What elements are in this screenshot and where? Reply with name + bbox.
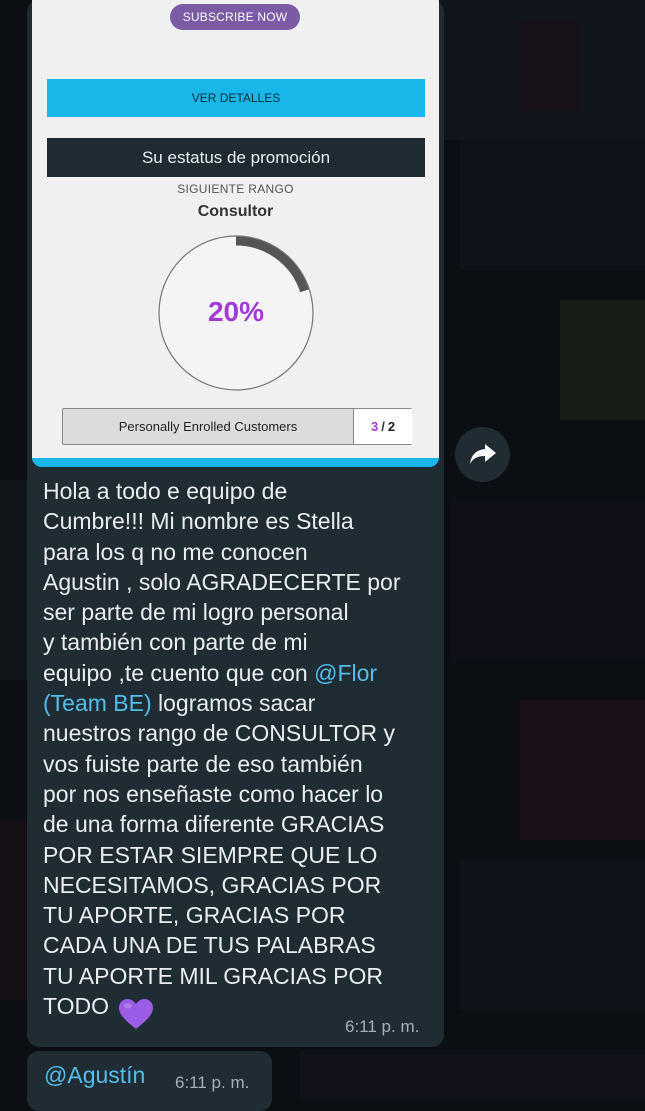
metric-count: 3/2	[353, 409, 412, 444]
metric-separator: /	[381, 419, 385, 434]
forward-icon	[470, 444, 496, 464]
message-text-part: Hola a todo e equipo de Cumbre!!! Mi nom…	[43, 478, 401, 686]
forward-button[interactable]	[455, 427, 510, 482]
metric-label: Personally Enrolled Customers	[118, 419, 298, 434]
purple-heart-icon	[119, 999, 153, 1029]
metric-current: 3	[370, 419, 379, 434]
subscribe-now-button[interactable]: SUBSCRIBE NOW	[170, 4, 300, 30]
reply-bubble[interactable]: @Agustín 6:11 p. m.	[27, 1051, 272, 1111]
enrolled-customers-metric: Personally Enrolled Customers 3/2	[62, 408, 412, 445]
message-timestamp: 6:11 p. m.	[345, 1017, 420, 1036]
promotion-status-screenshot[interactable]: SUBSCRIBE NOW VER DETALLES Su estatus de…	[32, 0, 439, 467]
next-rank-name: Consultor	[197, 203, 274, 220]
message-text-part: logramos sacar nuestros rango de CONSULT…	[43, 690, 395, 1020]
reply-timestamp: 6:11 p. m.	[175, 1073, 250, 1092]
message-text: Hola a todo e equipo de Cumbre!!! Mi nom…	[43, 476, 443, 1021]
metric-goal: 2	[387, 419, 396, 434]
promotion-status-header: Su estatus de promoción	[47, 138, 425, 177]
reply-mention-link[interactable]: @Agustín	[44, 1062, 145, 1089]
next-rank-label: SIGUIENTE RANGO	[177, 182, 294, 196]
view-details-button[interactable]: VER DETALLES	[47, 79, 425, 117]
card-bottom-strip	[32, 458, 439, 467]
progress-percent: 20%	[207, 296, 265, 327]
